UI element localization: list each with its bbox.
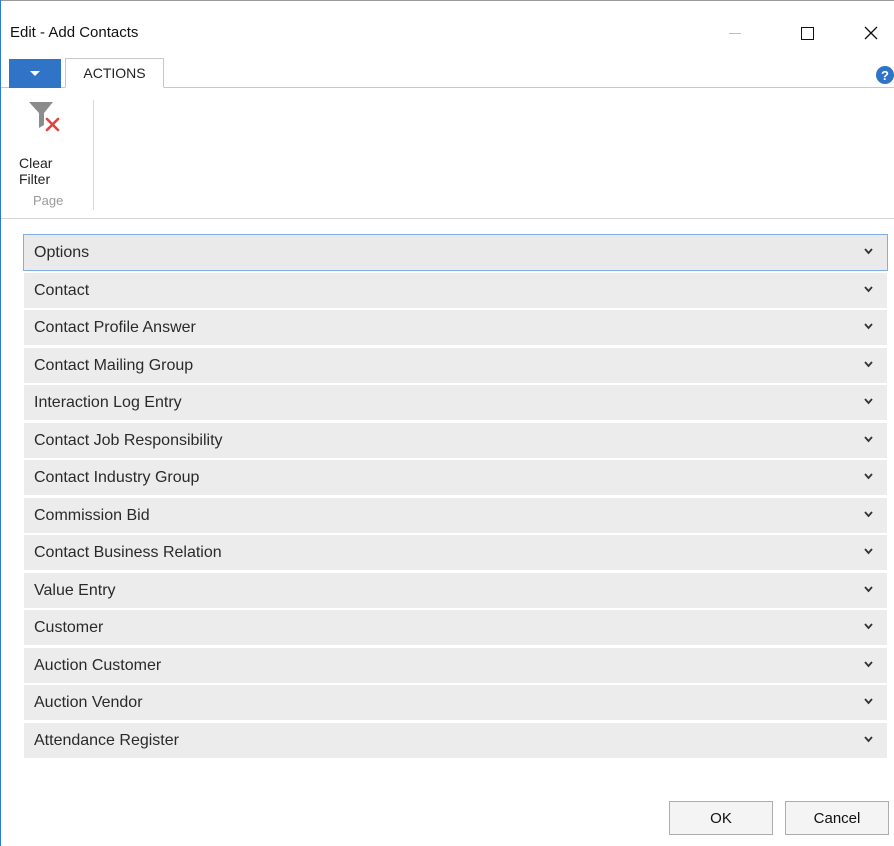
fasttab-label: Interaction Log Entry bbox=[34, 394, 182, 411]
maximize-button[interactable] bbox=[787, 12, 827, 54]
fasttab-label: Attendance Register bbox=[34, 731, 179, 749]
fasttab-label: Auction Vendor bbox=[34, 694, 143, 711]
tab-actions[interactable]: ACTIONS bbox=[65, 58, 164, 88]
fasttab-label: Options bbox=[34, 244, 90, 261]
fasttab-label: Contact Business Relation bbox=[34, 544, 222, 561]
fasttab-commission-bid[interactable]: Commission Bid bbox=[24, 497, 887, 533]
ribbon-tab-row: ACTIONS ? bbox=[1, 54, 894, 88]
close-button[interactable] bbox=[851, 12, 891, 54]
fasttab-label: Auction Customer bbox=[34, 656, 162, 674]
fasttab-label: Commission Bid bbox=[34, 506, 150, 524]
chevron-down-icon bbox=[864, 585, 873, 592]
chevron-down-icon bbox=[864, 623, 873, 630]
close-icon bbox=[864, 26, 878, 40]
clear-filter-icon bbox=[29, 102, 60, 132]
chevron-down-icon bbox=[864, 548, 873, 555]
fasttab-value-entry[interactable]: Value Entry bbox=[24, 572, 887, 608]
chevron-down-icon bbox=[864, 473, 873, 480]
chevron-down-icon bbox=[864, 735, 873, 742]
fasttab-contact-profile-answer[interactable]: Contact Profile Answer bbox=[24, 310, 887, 345]
clear-filter-button[interactable]: Clear Filter bbox=[7, 95, 79, 187]
chevron-down-icon bbox=[864, 398, 873, 405]
fasttab-label: Contact Profile Answer bbox=[34, 319, 196, 336]
help-icon[interactable]: ? bbox=[876, 66, 894, 84]
ribbon-group-separator bbox=[93, 100, 94, 210]
chevron-down-icon bbox=[864, 510, 873, 517]
chevron-down-icon bbox=[864, 248, 873, 255]
fasttab-attendance-register[interactable]: Attendance Register bbox=[24, 722, 887, 758]
fasttab-label: Contact Mailing Group bbox=[34, 356, 194, 374]
fasttab-customer[interactable]: Customer bbox=[24, 610, 887, 645]
ok-button[interactable]: OK bbox=[669, 801, 773, 835]
clear-filter-label: Clear Filter bbox=[19, 155, 53, 187]
title-bar: Edit - Add Contacts bbox=[1, 1, 894, 54]
fasttab-contact-mailing-group[interactable]: Contact Mailing Group bbox=[24, 347, 887, 383]
chevron-down-icon bbox=[864, 660, 873, 667]
fasttab-list: Options Contact Contact Profile Answer C… bbox=[23, 234, 888, 760]
fasttab-auction-vendor[interactable]: Auction Vendor bbox=[24, 685, 887, 720]
chevron-down-icon bbox=[864, 435, 873, 442]
fasttab-label: Contact bbox=[34, 281, 90, 299]
chevron-down-icon bbox=[30, 71, 40, 76]
chevron-down-icon bbox=[864, 698, 873, 705]
fasttab-contact-business-relation[interactable]: Contact Business Relation bbox=[24, 535, 887, 570]
fasttab-label: Customer bbox=[34, 619, 104, 636]
window-title: Edit - Add Contacts bbox=[10, 24, 139, 41]
fasttab-contact-job-responsibility[interactable]: Contact Job Responsibility bbox=[24, 422, 887, 458]
chevron-down-icon bbox=[864, 360, 873, 367]
fasttab-auction-customer[interactable]: Auction Customer bbox=[24, 647, 887, 683]
fasttab-label: Contact Industry Group bbox=[34, 469, 200, 486]
fasttab-label: Value Entry bbox=[34, 581, 116, 599]
fasttab-options[interactable]: Options bbox=[23, 234, 888, 271]
cancel-button[interactable]: Cancel bbox=[785, 801, 889, 835]
fasttab-label: Contact Job Responsibility bbox=[34, 431, 223, 449]
chevron-down-icon bbox=[864, 285, 873, 292]
maximize-icon bbox=[800, 26, 814, 40]
fasttab-interaction-log-entry[interactable]: Interaction Log Entry bbox=[24, 385, 887, 420]
chevron-down-icon bbox=[864, 323, 873, 330]
minimize-icon bbox=[729, 32, 741, 34]
tab-actions-label: ACTIONS bbox=[83, 65, 146, 81]
ribbon-panel: Clear Filter Page bbox=[1, 88, 894, 219]
minimize-button[interactable] bbox=[715, 12, 755, 54]
fasttab-contact[interactable]: Contact bbox=[24, 272, 887, 308]
ribbon-group-label: Page bbox=[33, 193, 64, 208]
application-menu-button[interactable] bbox=[9, 59, 61, 88]
fasttab-contact-industry-group[interactable]: Contact Industry Group bbox=[24, 460, 887, 495]
